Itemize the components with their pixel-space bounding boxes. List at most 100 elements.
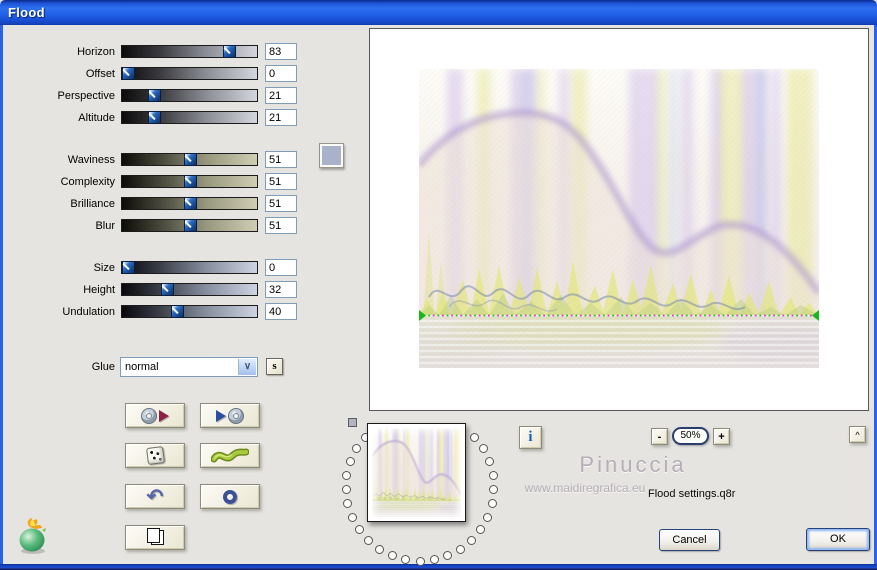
- memory-dot[interactable]: [345, 457, 355, 467]
- wave-button[interactable]: [200, 443, 260, 468]
- chevron-down-icon[interactable]: ∨: [238, 359, 256, 375]
- slider-value-input[interactable]: [265, 87, 297, 104]
- preview-image[interactable]: [419, 69, 819, 368]
- preview-thumbnail[interactable]: [367, 423, 466, 522]
- slider-value-input[interactable]: [265, 65, 297, 82]
- slider-track[interactable]: [121, 305, 258, 318]
- slider-value-input[interactable]: [265, 281, 297, 298]
- slider-thumb[interactable]: [184, 153, 198, 166]
- save-preset-button[interactable]: [200, 403, 260, 428]
- flaming-pear-logo-icon: [19, 518, 46, 554]
- cancel-button[interactable]: Cancel: [659, 529, 720, 551]
- slider-value-input[interactable]: [265, 173, 297, 190]
- slider-thumb[interactable]: [184, 197, 198, 210]
- glue-dropdown[interactable]: normal ∨: [120, 357, 258, 377]
- memory-dot[interactable]: [470, 432, 480, 442]
- slider-label: Offset: [85, 67, 115, 80]
- memory-dot[interactable]: [443, 551, 453, 561]
- memory-dot[interactable]: [476, 524, 486, 534]
- slider-value-input[interactable]: [265, 43, 297, 60]
- slider-thumb[interactable]: [147, 111, 161, 124]
- slider-row: Size: [36, 259, 301, 276]
- water-color-swatch[interactable]: [319, 143, 344, 168]
- memory-dot[interactable]: [375, 544, 385, 554]
- memory-dot[interactable]: [429, 555, 439, 565]
- slider-track[interactable]: [121, 283, 258, 296]
- collapse-button[interactable]: ^: [849, 426, 866, 443]
- green-wave-icon: [211, 448, 249, 462]
- slider-label: Horizon: [77, 45, 115, 58]
- slider-track[interactable]: [121, 197, 258, 210]
- memory-dot[interactable]: [352, 444, 362, 454]
- slider-label: Waviness: [67, 153, 115, 166]
- window-border-left: [0, 25, 3, 564]
- blue-play-arrow-icon: [216, 409, 226, 422]
- slider-thumb[interactable]: [170, 305, 184, 318]
- memory-dot[interactable]: [347, 512, 357, 522]
- zoom-out-button[interactable]: -: [651, 428, 668, 445]
- memory-dot[interactable]: [487, 499, 497, 509]
- memory-dot[interactable]: [466, 535, 476, 545]
- slider-track[interactable]: [121, 45, 258, 58]
- slider-label: Undulation: [62, 305, 115, 318]
- memory-dot[interactable]: [341, 485, 351, 495]
- slider-row: Offset: [36, 65, 301, 82]
- slider-label: Complexity: [60, 175, 115, 188]
- memory-dot[interactable]: [483, 512, 493, 522]
- slider-thumb[interactable]: [161, 283, 175, 296]
- slider-value-input[interactable]: [265, 195, 297, 212]
- glue-selected-value: normal: [125, 361, 159, 373]
- memory-dot[interactable]: [488, 470, 498, 480]
- slider-value-input[interactable]: [265, 217, 297, 234]
- slider-value-input[interactable]: [265, 109, 297, 126]
- slider-track[interactable]: [121, 111, 258, 124]
- undo-button[interactable]: ↶: [125, 484, 185, 509]
- memory-dot[interactable]: [387, 551, 397, 561]
- reset-button[interactable]: [200, 484, 260, 509]
- memory-dot[interactable]: [455, 544, 465, 554]
- memory-dot[interactable]: [415, 556, 425, 566]
- zoom-level[interactable]: 50%: [672, 427, 709, 445]
- memory-dot[interactable]: [364, 535, 374, 545]
- memory-dot[interactable]: [342, 470, 352, 480]
- slider-track[interactable]: [121, 153, 258, 166]
- slider-thumb[interactable]: [184, 219, 198, 232]
- slider-row: Perspective: [36, 87, 301, 104]
- cd-icon: [228, 407, 244, 424]
- slider-thumb[interactable]: [122, 261, 135, 274]
- watermark-url: www.maidiregrafica.eu: [524, 481, 646, 495]
- slider-label: Blur: [95, 219, 115, 232]
- slider-thumb[interactable]: [147, 89, 161, 102]
- memory-dot[interactable]: [343, 499, 353, 509]
- title-bar[interactable]: Flood: [0, 0, 877, 25]
- cd-icon: [141, 407, 157, 424]
- slider-value-input[interactable]: [265, 303, 297, 320]
- memory-dot[interactable]: [489, 485, 499, 495]
- memory-dot[interactable]: [485, 457, 495, 467]
- slider-thumb[interactable]: [184, 175, 198, 188]
- randomize-button[interactable]: [125, 443, 185, 468]
- memory-dot[interactable]: [478, 444, 488, 454]
- slider-row: Waviness: [36, 151, 301, 168]
- thumbnail-image: [372, 428, 461, 517]
- slider-value-input[interactable]: [265, 259, 297, 276]
- slider-track[interactable]: [121, 89, 258, 102]
- ok-button[interactable]: OK: [806, 528, 870, 551]
- memory-square[interactable]: [348, 418, 357, 427]
- zoom-in-button[interactable]: +: [713, 428, 730, 445]
- slider-value-input[interactable]: [265, 151, 297, 168]
- slider-track[interactable]: [121, 67, 258, 80]
- slider-thumb[interactable]: [122, 67, 135, 80]
- slider-track[interactable]: [121, 175, 258, 188]
- s-tile-button[interactable]: s: [266, 358, 283, 375]
- load-preset-button[interactable]: [125, 403, 185, 428]
- red-play-arrow-icon: [159, 409, 169, 422]
- slider-track[interactable]: [121, 261, 258, 274]
- slider-track[interactable]: [121, 219, 258, 232]
- slider-thumb[interactable]: [223, 45, 237, 58]
- memory-dot[interactable]: [354, 524, 364, 534]
- info-button[interactable]: i: [519, 426, 542, 449]
- copy-settings-button[interactable]: [125, 525, 185, 550]
- memory-dot[interactable]: [401, 555, 411, 565]
- slider-label: Size: [93, 261, 115, 274]
